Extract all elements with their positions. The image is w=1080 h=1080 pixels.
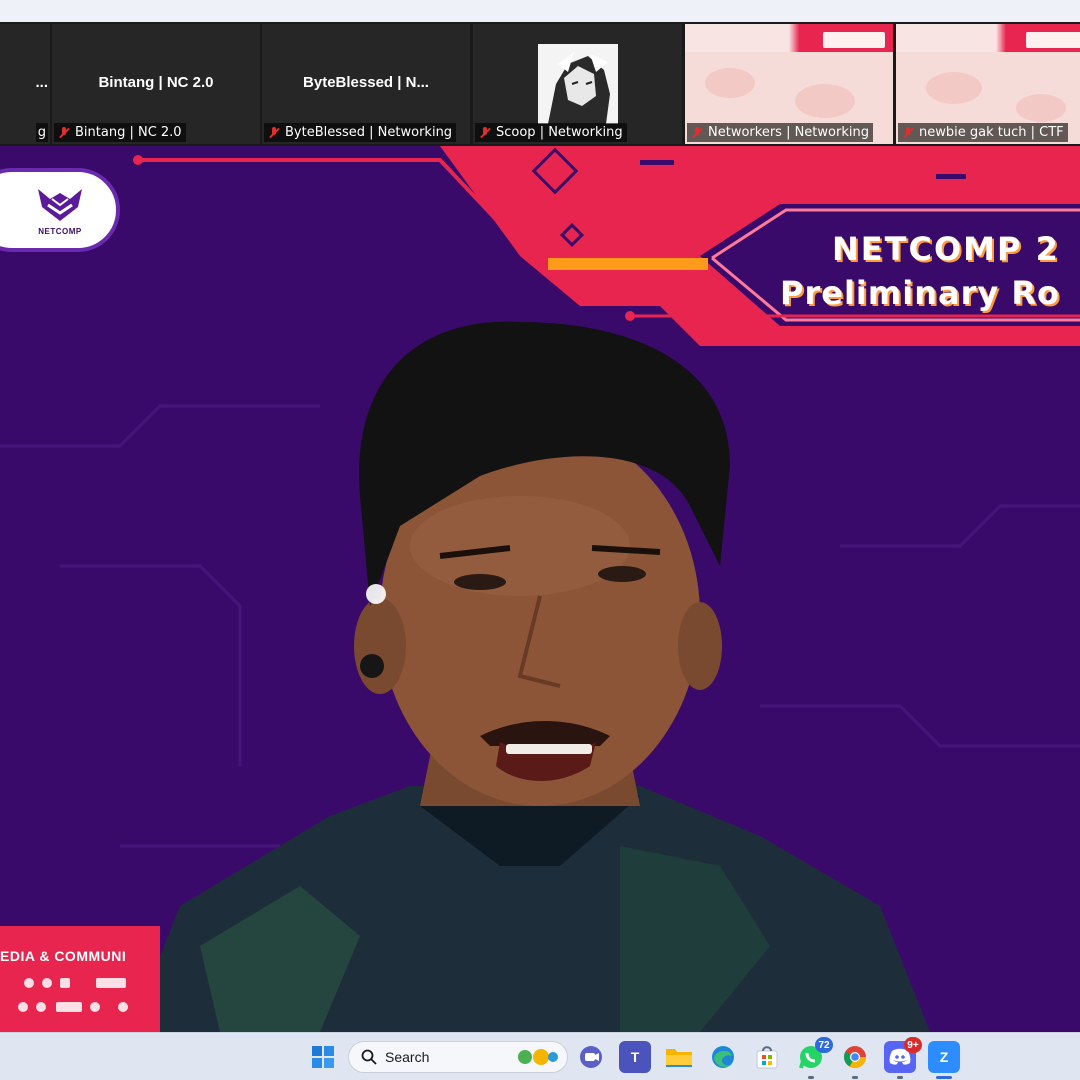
edge-icon[interactable]	[707, 1041, 739, 1073]
running-indicator	[808, 1076, 814, 1079]
participant-tile[interactable]: Scoop | Networking	[473, 24, 682, 144]
participant-label: newbie gak tuch | CTF	[898, 123, 1068, 142]
muted-mic-icon	[57, 126, 71, 140]
sponsor-logo	[24, 978, 34, 988]
windows-start-icon[interactable]	[307, 1041, 339, 1073]
teams-letter: T	[630, 1049, 640, 1065]
participant-label-text: Scoop | Networking	[496, 125, 623, 140]
zoom-meeting-window: ... g Bintang | NC 2.0 Bintang | NC 2.0 …	[0, 0, 1080, 1080]
chrome-icon[interactable]	[839, 1041, 871, 1079]
participant-label: Bintang | NC 2.0	[54, 123, 186, 142]
discord-icon[interactable]: 9+	[884, 1037, 922, 1079]
logo-label: NETCOMP	[38, 226, 82, 236]
participant-name-large: ...	[35, 74, 48, 91]
participant-tile[interactable]: Networkers | Networking	[685, 24, 893, 144]
weather-icon	[518, 1049, 558, 1065]
discord-notification-badge: 9+	[904, 1037, 922, 1053]
teams-icon[interactable]: T	[619, 1041, 651, 1073]
sponsor-logo	[56, 1002, 82, 1012]
participant-tile[interactable]: Bintang | NC 2.0 Bintang | NC 2.0	[52, 24, 260, 144]
participant-strip: ... g Bintang | NC 2.0 Bintang | NC 2.0 …	[0, 22, 1080, 146]
netcomp-logo: NETCOMP	[0, 168, 120, 252]
chat-icon[interactable]	[575, 1041, 607, 1073]
sponsor-logo	[18, 1002, 28, 1012]
muted-mic-icon	[267, 126, 281, 140]
anime-avatar-icon	[538, 44, 618, 124]
running-indicator	[852, 1076, 858, 1079]
speaker-video[interactable]: NETCOMP NETCOMP 2 Preliminary Ro EDIA & …	[0, 146, 1080, 1032]
zoom-icon[interactable]: Z	[928, 1041, 960, 1079]
participant-label-text: g	[37, 125, 46, 140]
whatsapp-unread-badge: 72	[815, 1037, 833, 1053]
avatar	[538, 44, 618, 124]
shared-slide-title	[1026, 32, 1080, 48]
muted-mic-icon	[690, 126, 704, 140]
folder-icon	[666, 1049, 692, 1067]
chat-bubble-icon	[580, 1046, 602, 1068]
running-indicator	[897, 1076, 903, 1079]
window-top-bar	[0, 0, 1080, 22]
store-icon[interactable]	[751, 1041, 783, 1073]
sponsor-logo	[60, 978, 70, 988]
participant-name-large: ByteBlessed | N...	[303, 74, 429, 91]
participant-label-text: Networkers | Networking	[708, 125, 869, 140]
event-title: NETCOMP 2	[832, 230, 1060, 268]
slide-pattern	[1016, 94, 1066, 122]
participant-label: Scoop | Networking	[475, 123, 627, 142]
chrome-logo-icon	[844, 1046, 866, 1068]
whatsapp-icon[interactable]: 72	[795, 1037, 833, 1079]
muted-mic-icon	[478, 126, 492, 140]
participant-label-text: ByteBlessed | Networking	[285, 125, 453, 140]
fox-logo-icon	[38, 188, 82, 221]
active-window-indicator	[936, 1076, 952, 1079]
participant-label: Networkers | Networking	[687, 123, 873, 142]
search-label: Search	[385, 1049, 430, 1065]
sponsor-logo	[96, 978, 126, 988]
microsoft-store-icon	[756, 1046, 778, 1069]
windows-logo-icon	[312, 1046, 334, 1068]
participant-tile[interactable]: newbie gak tuch | CTF	[896, 24, 1080, 144]
sponsor-logo	[118, 1002, 128, 1012]
participant-tile[interactable]: ByteBlessed | N... ByteBlessed | Network…	[262, 24, 470, 144]
taskbar-search[interactable]: Search	[348, 1041, 568, 1073]
sponsor-logo	[42, 978, 52, 988]
sponsor-logo	[90, 1002, 100, 1012]
participant-label-text: newbie gak tuch | CTF	[919, 125, 1064, 140]
slide-pattern	[926, 72, 982, 104]
sponsors-banner: EDIA & COMMUNI	[0, 926, 160, 1032]
taskbar: Search T 72 9+ Z	[0, 1032, 1080, 1080]
participant-label: g	[35, 123, 48, 142]
zoom-letter: Z	[939, 1049, 949, 1065]
slide-pattern	[795, 84, 855, 118]
file-explorer-icon[interactable]	[663, 1041, 695, 1073]
participant-tile[interactable]: ... g	[0, 24, 50, 144]
event-subtitle: Preliminary Ro	[780, 274, 1060, 312]
shared-slide-title	[823, 32, 885, 48]
edge-browser-icon	[712, 1046, 734, 1068]
participant-label: ByteBlessed | Networking	[264, 123, 457, 142]
sponsor-logo	[36, 1002, 46, 1012]
muted-mic-icon	[901, 126, 915, 140]
participant-name-large: Bintang | NC 2.0	[98, 74, 214, 91]
search-icon	[361, 1049, 377, 1065]
slide-pattern	[705, 68, 755, 98]
banner-heading: EDIA & COMMUNI	[0, 948, 127, 964]
participant-label-text: Bintang | NC 2.0	[75, 125, 182, 140]
